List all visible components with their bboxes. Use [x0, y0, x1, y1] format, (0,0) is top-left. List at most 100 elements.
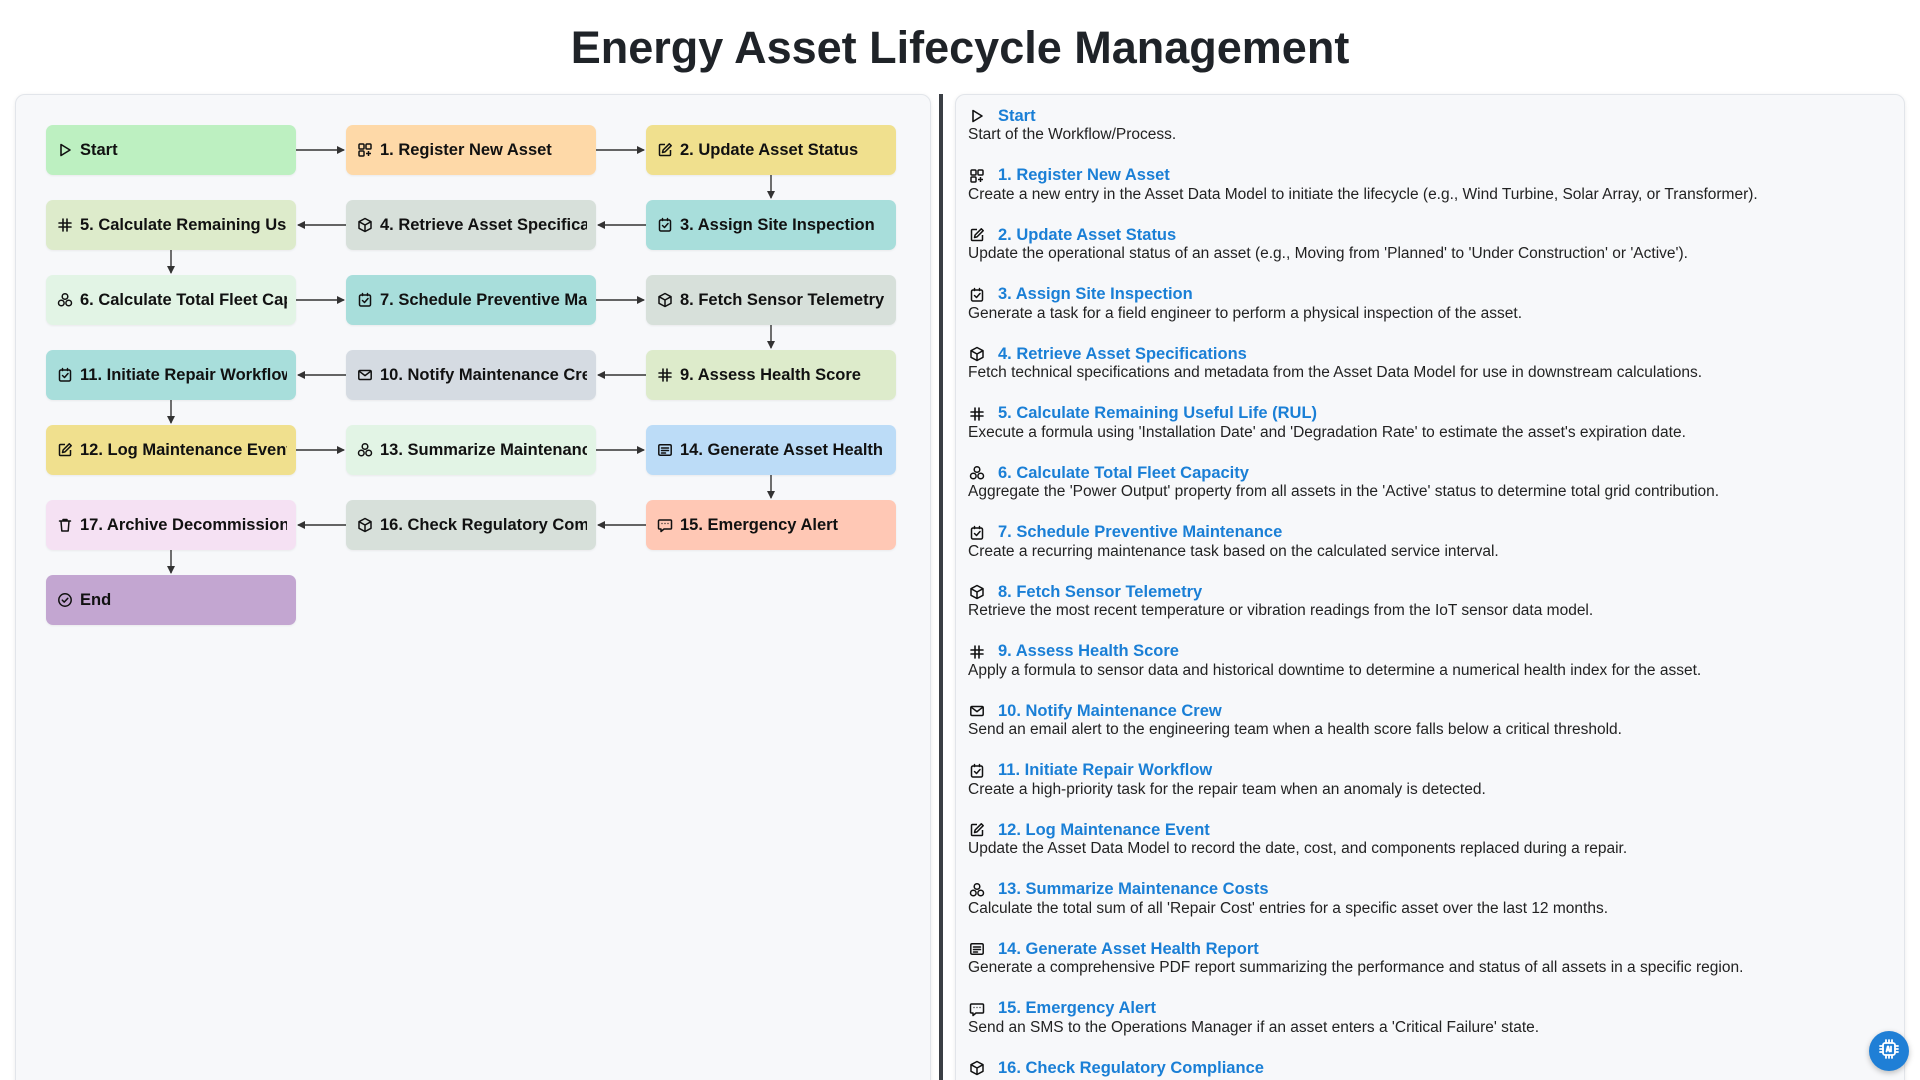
flow-node-label: 11. Initiate Repair Workflow	[80, 365, 287, 384]
step-description-title[interactable]: 7. Schedule Preventive Maintenance	[998, 523, 1282, 542]
step-description-text: Aggregate the 'Power Output' property fr…	[968, 483, 1720, 500]
flow-node-step-10[interactable]: 10. Notify Maintenance Crew	[346, 350, 596, 400]
flow-node-step-2[interactable]: 2. Update Asset Status	[646, 125, 896, 175]
flow-node-step-14[interactable]: 14. Generate Asset Health Report	[646, 425, 896, 475]
step-description-title[interactable]: 16. Check Regulatory Compliance	[998, 1059, 1264, 1078]
step-description-text: Apply a formula to sensor data and histo…	[968, 661, 1702, 679]
checkbox-icon	[657, 217, 673, 233]
step-description-text: Generate a comprehensive PDF report summ…	[968, 959, 1744, 976]
step-description-text: Update the operational status of an asse…	[968, 245, 1688, 262]
step-description-title[interactable]: 10. Notify Maintenance Crew	[998, 702, 1222, 721]
step-description-text: Execute a formula using 'Installation Da…	[968, 423, 1686, 441]
edit-icon	[969, 227, 985, 243]
flow-node-label: 10. Notify Maintenance Crew	[380, 365, 587, 384]
checkbox-icon	[357, 292, 373, 308]
step-description-item: 13. Summarize Maintenance Costs Calculate…	[968, 879, 1898, 939]
flow-node-step-5[interactable]: 5. Calculate Remaining Useful Life (RUL)	[46, 200, 296, 250]
flow-node-label: Start	[80, 140, 118, 159]
hash-icon	[969, 644, 985, 660]
step-description-text: Calculate the total sum of all 'Repair C…	[968, 899, 1608, 917]
ai-assistant-button[interactable]	[1869, 1031, 1909, 1071]
step-description-text: Send an SMS to the Operations Manager if…	[968, 1018, 1540, 1036]
flow-node-step-7[interactable]: 7. Schedule Preventive Maintenance	[346, 275, 596, 325]
step-description-title[interactable]: 6. Calculate Total Fleet Capacity	[998, 464, 1249, 483]
ai-chip-icon	[1877, 1037, 1901, 1066]
step-description-title[interactable]: Start	[998, 107, 1036, 126]
step-description-title[interactable]: 11. Initiate Repair Workflow	[998, 761, 1212, 780]
step-description-text: Start of the Workflow/Process.	[968, 126, 1177, 143]
flow-node-label: 3. Assign Site Inspection	[680, 215, 875, 234]
report-icon	[969, 941, 985, 957]
step-description-item: 2. Update Asset Status Update the operati…	[968, 224, 1898, 284]
play-icon	[57, 142, 73, 158]
flow-node-label: 15. Emergency Alert	[680, 515, 839, 534]
step-description-title[interactable]: 15. Emergency Alert	[998, 999, 1156, 1018]
flow-node-label: 2. Update Asset Status	[680, 140, 859, 159]
flow-node-step-17[interactable]: 17. Archive Decommissioned Asset	[46, 500, 296, 550]
step-description-item: 12. Log Maintenance Event Update the Asse…	[968, 819, 1898, 879]
step-description-item: 15. Emergency Alert Send an SMS to the Op…	[968, 998, 1898, 1058]
edit-icon	[57, 442, 73, 458]
flow-node-step-16[interactable]: 16. Check Regulatory Compliance	[346, 500, 596, 550]
step-description-title[interactable]: 2. Update Asset Status	[998, 226, 1176, 245]
flow-node-step-6[interactable]: 6. Calculate Total Fleet Capacity	[46, 275, 296, 325]
step-description-title[interactable]: 5. Calculate Remaining Useful Life (RUL)	[998, 404, 1317, 423]
edit-icon	[657, 142, 673, 158]
step-descriptions-panel[interactable]: Start Start of the Workflow/Process. 1. Re…	[955, 94, 1905, 1080]
trash-icon	[57, 517, 73, 533]
flow-node-start[interactable]: Start	[46, 125, 296, 175]
flow-node-label: 9. Assess Health Score	[680, 365, 861, 384]
report-icon	[657, 442, 673, 458]
cluster-icon	[969, 465, 985, 481]
checkbox-icon	[969, 525, 985, 541]
cluster-icon	[969, 882, 985, 898]
checkbox-icon	[57, 367, 73, 383]
panel-splitter[interactable]	[939, 94, 943, 1080]
step-description-title[interactable]: 3. Assign Site Inspection	[998, 285, 1193, 304]
flow-node-step-4[interactable]: 4. Retrieve Asset Specifications	[346, 200, 596, 250]
step-description-item: 8. Fetch Sensor Telemetry Retrieve the mo…	[968, 581, 1898, 641]
step-description-title[interactable]: 13. Summarize Maintenance Costs	[998, 880, 1269, 899]
step-description-item: 9. Assess Health Score Apply a formula to…	[968, 641, 1898, 701]
flow-node-step-8[interactable]: 8. Fetch Sensor Telemetry	[646, 275, 896, 325]
flow-node-step-15[interactable]: 15. Emergency Alert	[646, 500, 896, 550]
step-description-title[interactable]: 14. Generate Asset Health Report	[998, 940, 1259, 959]
sms-icon	[969, 1001, 985, 1017]
flow-node-label: 16. Check Regulatory Compliance	[380, 515, 587, 534]
flow-node-step-13[interactable]: 13. Summarize Maintenance Costs	[346, 425, 596, 475]
step-description-text: Create a new entry in the Asset Data Mod…	[968, 185, 1758, 203]
cube-icon	[969, 584, 985, 600]
mail-icon	[969, 703, 985, 719]
step-description-text: Send an email alert to the engineering t…	[968, 721, 1622, 738]
flow-node-step-1[interactable]: 1. Register New Asset	[346, 125, 596, 175]
step-description-title[interactable]: 1. Register New Asset	[998, 166, 1170, 185]
grid-icon	[969, 168, 985, 184]
checkbox-icon	[969, 287, 985, 303]
step-description-item: 16. Check Regulatory Compliance	[968, 1057, 1898, 1080]
check-circle-icon	[57, 592, 73, 608]
step-description-title[interactable]: 12. Log Maintenance Event	[998, 821, 1210, 840]
step-description-title[interactable]: 8. Fetch Sensor Telemetry	[998, 583, 1202, 602]
edit-icon	[969, 822, 985, 838]
step-description-item: 5. Calculate Remaining Useful Life (RUL)…	[968, 403, 1898, 463]
flow-node-step-12[interactable]: 12. Log Maintenance Event	[46, 425, 296, 475]
flow-node-label: 8. Fetch Sensor Telemetry	[680, 290, 885, 309]
step-description-text: Generate a task for a field engineer to …	[968, 304, 1523, 322]
step-description-title[interactable]: 4. Retrieve Asset Specifications	[998, 345, 1247, 364]
step-description-title[interactable]: 9. Assess Health Score	[998, 642, 1179, 661]
cube-icon	[969, 346, 985, 362]
flow-node-end[interactable]: End	[46, 575, 296, 625]
cube-icon	[657, 292, 673, 308]
mail-icon	[357, 367, 373, 383]
page-title: Energy Asset Lifecycle Management	[570, 22, 1350, 73]
step-description-item: Start Start of the Workflow/Process.	[968, 105, 1898, 165]
step-description-item: 7. Schedule Preventive Maintenance Create…	[968, 522, 1898, 582]
cube-icon	[357, 217, 373, 233]
flow-node-step-3[interactable]: 3. Assign Site Inspection	[646, 200, 896, 250]
flow-node-label: 14. Generate Asset Health Report	[680, 440, 887, 459]
flow-node-step-9[interactable]: 9. Assess Health Score	[646, 350, 896, 400]
flow-node-step-11[interactable]: 11. Initiate Repair Workflow	[46, 350, 296, 400]
checkbox-icon	[969, 763, 985, 779]
flow-node-label: 7. Schedule Preventive Maintenance	[380, 290, 587, 309]
step-description-text: Retrieve the most recent temperature or …	[968, 602, 1594, 619]
